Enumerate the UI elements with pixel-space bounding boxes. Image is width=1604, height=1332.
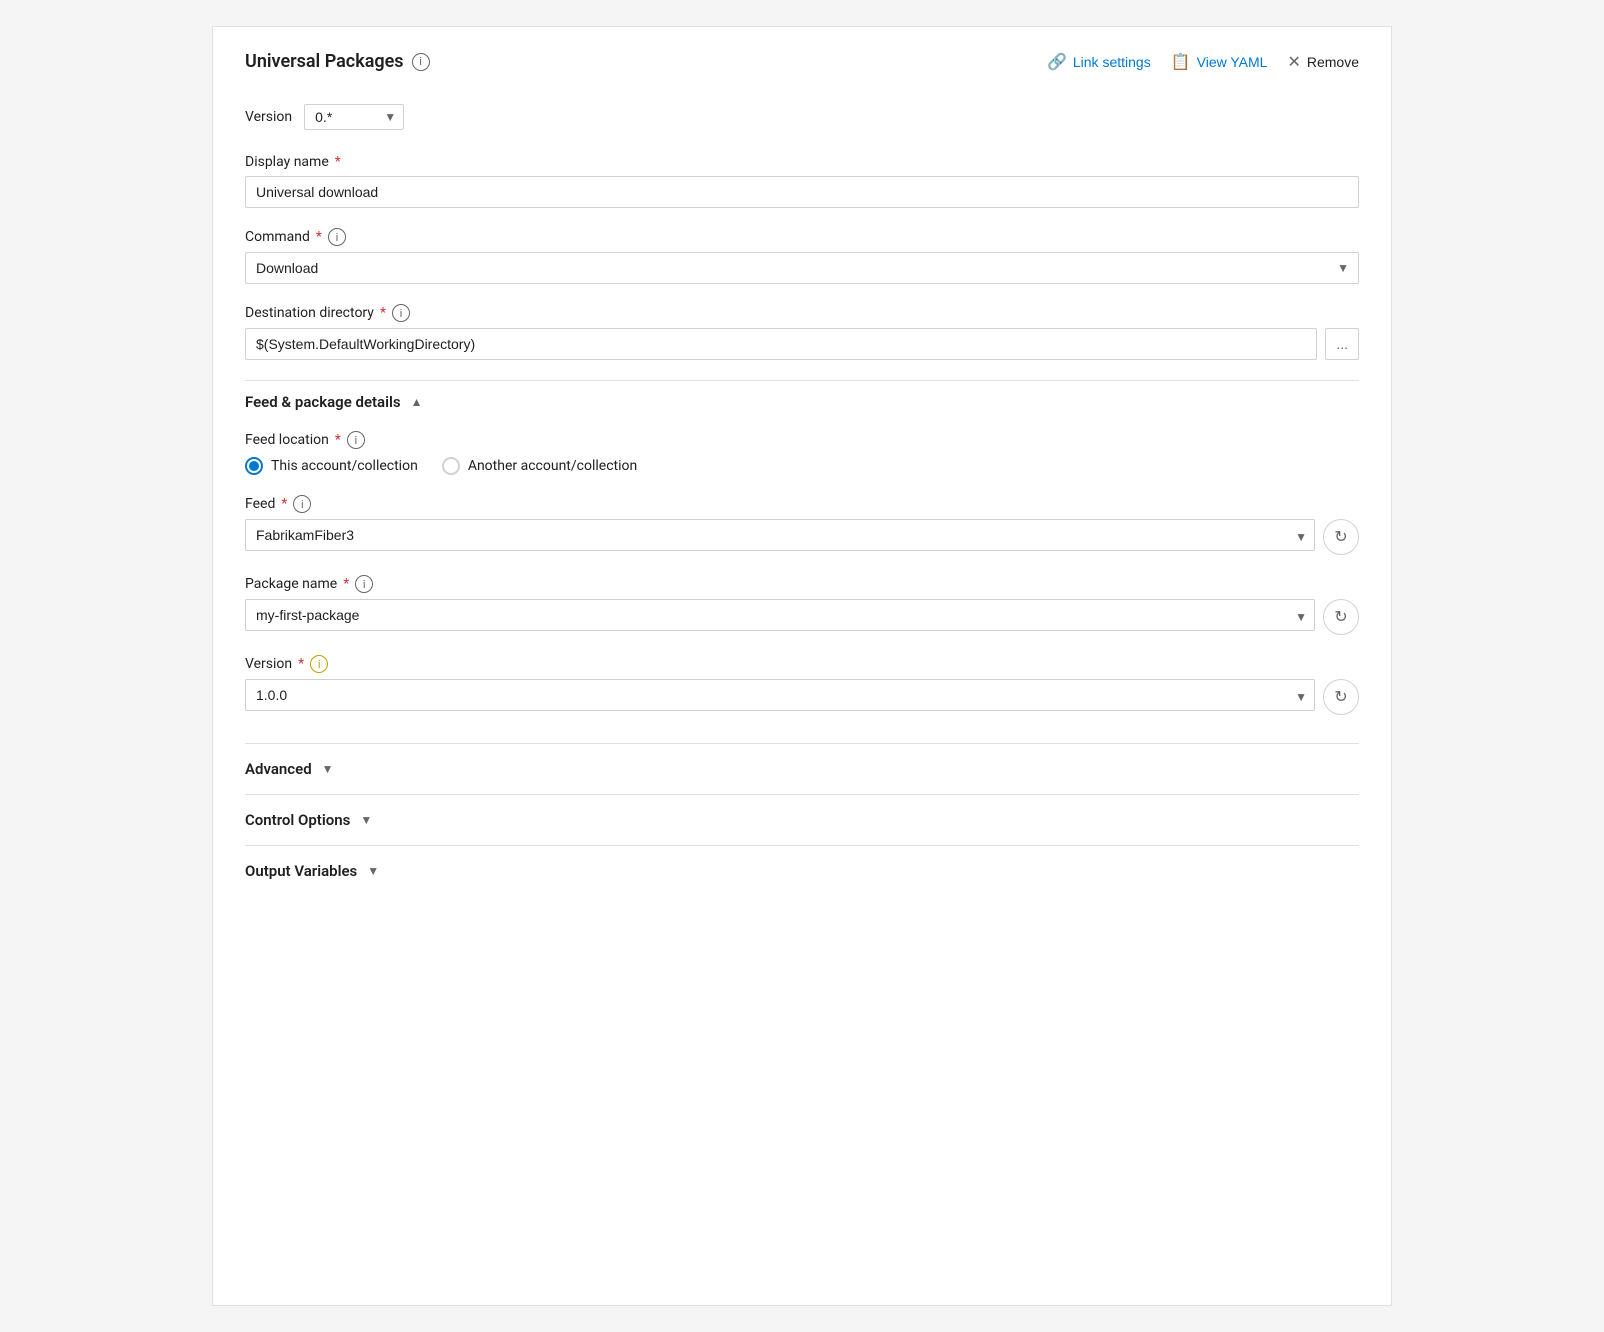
- command-label: Command: [245, 229, 310, 245]
- output-variables-chevron: ▼: [367, 864, 379, 878]
- control-options-chevron: ▼: [360, 813, 372, 827]
- package-name-info-icon[interactable]: i: [355, 575, 373, 593]
- display-name-label-row: Display name *: [245, 154, 1359, 170]
- advanced-label: Advanced: [245, 760, 312, 778]
- title-group: Universal Packages i: [245, 51, 430, 72]
- feed-group: Feed * i FabrikamFiber3 ▼ ↻: [245, 495, 1359, 555]
- advanced-chevron: ▼: [322, 762, 334, 776]
- destination-directory-input-wrapper: [245, 328, 1317, 360]
- destination-directory-input-row: ...: [245, 328, 1359, 360]
- feed-location-required: *: [335, 432, 341, 448]
- feed-location-radio-group: This account/collection Another account/…: [245, 457, 1359, 475]
- link-icon: 🔗: [1047, 52, 1067, 72]
- destination-directory-info-icon[interactable]: i: [392, 304, 410, 322]
- main-panel: Universal Packages i 🔗 Link settings 📋 V…: [212, 26, 1392, 1306]
- command-required: *: [316, 229, 322, 245]
- ellipsis-label: ...: [1336, 336, 1348, 352]
- feed-location-label-another: Another account/collection: [468, 458, 637, 474]
- package-name-required: *: [343, 576, 349, 592]
- feed-package-details-header[interactable]: Feed & package details ▲: [245, 380, 1359, 419]
- destination-directory-label: Destination directory: [245, 305, 374, 321]
- feed-package-details-content: Feed location * i This account/collectio…: [245, 419, 1359, 743]
- link-settings-button[interactable]: 🔗 Link settings: [1047, 52, 1151, 72]
- feed-refresh-icon: ↻: [1334, 527, 1347, 547]
- package-name-refresh-button[interactable]: ↻: [1323, 599, 1359, 635]
- feed-select[interactable]: FabrikamFiber3: [245, 519, 1315, 551]
- control-options-label: Control Options: [245, 811, 350, 829]
- remove-label: Remove: [1307, 54, 1359, 70]
- feed-location-group: Feed location * i This account/collectio…: [245, 431, 1359, 475]
- package-name-group: Package name * i my-first-package ▼ ↻: [245, 575, 1359, 635]
- output-variables-label: Output Variables: [245, 862, 357, 880]
- destination-directory-input[interactable]: [245, 328, 1317, 360]
- package-version-label-row: Version * i: [245, 655, 1359, 673]
- title-info-icon[interactable]: i: [412, 53, 430, 71]
- package-name-label: Package name: [245, 576, 337, 592]
- header-actions: 🔗 Link settings 📋 View YAML ✕ Remove: [1047, 52, 1359, 72]
- package-version-required: *: [298, 656, 304, 672]
- package-version-info-icon[interactable]: i: [310, 655, 328, 673]
- panel-header: Universal Packages i 🔗 Link settings 📋 V…: [245, 51, 1359, 80]
- version-select-wrapper: 0.* ▼: [304, 104, 404, 130]
- version-select[interactable]: 0.*: [304, 104, 404, 130]
- link-settings-label: Link settings: [1073, 54, 1151, 70]
- command-info-icon[interactable]: i: [328, 228, 346, 246]
- display-name-group: Display name *: [245, 154, 1359, 208]
- package-version-refresh-button[interactable]: ↻: [1323, 679, 1359, 715]
- command-label-row: Command * i: [245, 228, 1359, 246]
- package-name-select-row: my-first-package ▼ ↻: [245, 599, 1359, 635]
- command-select-wrapper: Download Publish ▼: [245, 252, 1359, 284]
- package-version-refresh-icon: ↻: [1334, 687, 1347, 707]
- destination-directory-label-row: Destination directory * i: [245, 304, 1359, 322]
- display-name-label: Display name: [245, 154, 329, 170]
- feed-location-radio-another[interactable]: [442, 457, 460, 475]
- version-label: Version: [245, 109, 292, 125]
- feed-refresh-button[interactable]: ↻: [1323, 519, 1359, 555]
- version-row: Version 0.* ▼: [245, 104, 1359, 130]
- package-name-refresh-icon: ↻: [1334, 607, 1347, 627]
- display-name-required: *: [335, 154, 341, 170]
- panel-title: Universal Packages: [245, 51, 404, 72]
- feed-select-wrapper: FabrikamFiber3 ▼: [245, 519, 1315, 555]
- feed-location-label-row: Feed location * i: [245, 431, 1359, 449]
- package-name-select[interactable]: my-first-package: [245, 599, 1315, 631]
- feed-location-label-this: This account/collection: [271, 458, 418, 474]
- destination-directory-group: Destination directory * i ...: [245, 304, 1359, 360]
- feed-location-radio-this[interactable]: [245, 457, 263, 475]
- view-yaml-button[interactable]: 📋 View YAML: [1171, 52, 1268, 72]
- feed-required: *: [281, 496, 287, 512]
- package-name-select-wrapper: my-first-package ▼: [245, 599, 1315, 635]
- output-variables-section[interactable]: Output Variables ▼: [245, 845, 1359, 896]
- remove-icon: ✕: [1287, 52, 1300, 72]
- package-version-group: Version * i 1.0.0 ▼ ↻: [245, 655, 1359, 715]
- package-name-label-row: Package name * i: [245, 575, 1359, 593]
- feed-location-option-this[interactable]: This account/collection: [245, 457, 418, 475]
- feed-location-option-another[interactable]: Another account/collection: [442, 457, 637, 475]
- package-version-select-row: 1.0.0 ▼ ↻: [245, 679, 1359, 715]
- display-name-input[interactable]: [245, 176, 1359, 208]
- feed-label: Feed: [245, 496, 275, 512]
- destination-directory-ellipsis-button[interactable]: ...: [1325, 328, 1359, 360]
- command-group: Command * i Download Publish ▼: [245, 228, 1359, 284]
- advanced-section[interactable]: Advanced ▼: [245, 743, 1359, 794]
- package-version-select[interactable]: 1.0.0: [245, 679, 1315, 711]
- control-options-section[interactable]: Control Options ▼: [245, 794, 1359, 845]
- package-version-select-wrapper: 1.0.0 ▼: [245, 679, 1315, 715]
- feed-label-row: Feed * i: [245, 495, 1359, 513]
- command-select[interactable]: Download Publish: [245, 252, 1359, 284]
- view-yaml-label: View YAML: [1197, 54, 1268, 70]
- feed-package-details-chevron: ▲: [411, 395, 423, 409]
- feed-select-row: FabrikamFiber3 ▼ ↻: [245, 519, 1359, 555]
- feed-info-icon[interactable]: i: [293, 495, 311, 513]
- feed-location-info-icon[interactable]: i: [347, 431, 365, 449]
- destination-directory-required: *: [380, 305, 386, 321]
- remove-button[interactable]: ✕ Remove: [1287, 52, 1359, 72]
- feed-location-label: Feed location: [245, 432, 329, 448]
- package-version-label: Version: [245, 656, 292, 672]
- feed-package-details-label: Feed & package details: [245, 393, 401, 411]
- yaml-icon: 📋: [1171, 52, 1191, 72]
